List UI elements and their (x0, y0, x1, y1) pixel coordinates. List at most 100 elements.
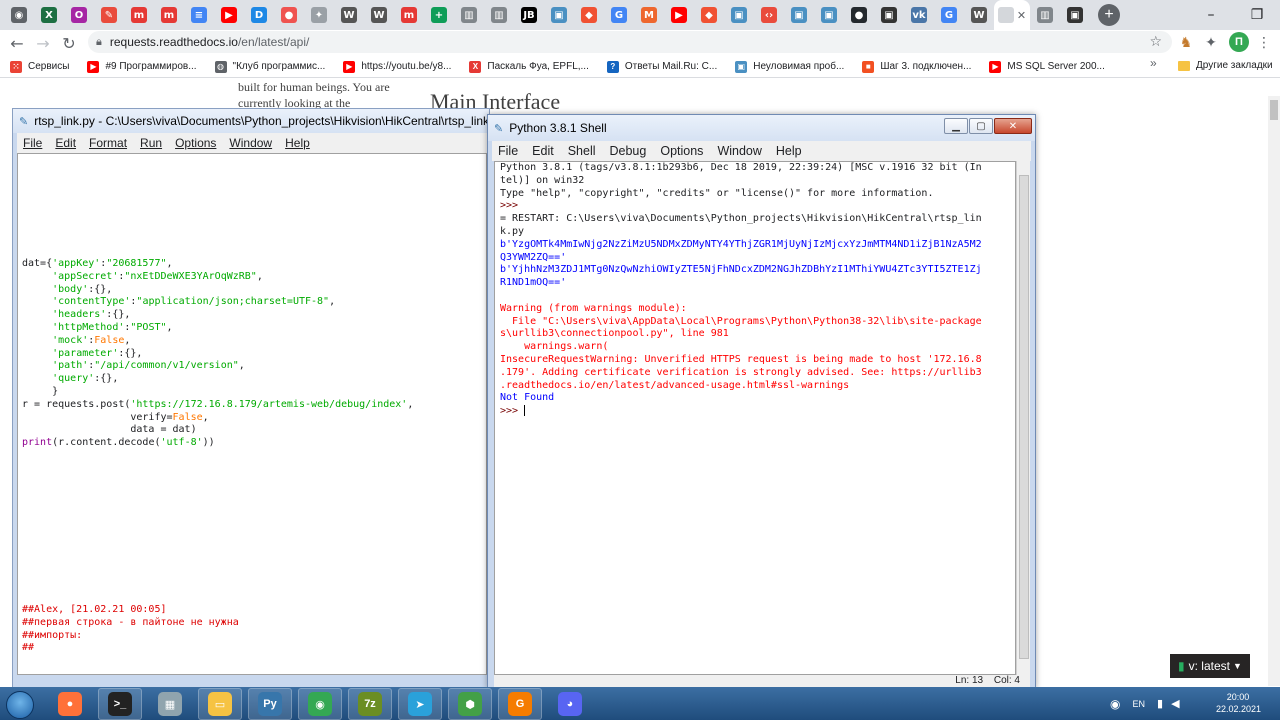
version-badge[interactable]: ▮ v: latest ▼ (1170, 654, 1250, 678)
browser-tab[interactable]: m (124, 0, 154, 30)
bookmarks-overflow-button[interactable]: » (1150, 56, 1157, 70)
forward-button[interactable]: → (30, 30, 56, 56)
shell-scroll-thumb[interactable] (1019, 175, 1029, 659)
browser-tab[interactable]: m (154, 0, 184, 30)
browser-tab[interactable]: W (364, 0, 394, 30)
browser-tab[interactable]: ▥ (454, 0, 484, 30)
editor-menu-window[interactable]: Window (229, 136, 272, 150)
shell-menu-shell[interactable]: Shell (568, 144, 596, 158)
browser-tab[interactable]: ▥ (484, 0, 514, 30)
browser-menu-icon[interactable]: ⋮ (1254, 32, 1274, 52)
address-bar[interactable]: 🔒︎ requests.readthedocs.io/en/latest/api… (88, 31, 1172, 53)
volume-icon[interactable]: ◀ (1171, 697, 1179, 710)
taskbar-app[interactable]: ➤ (398, 688, 442, 720)
browser-tab[interactable]: ▣ (1060, 0, 1090, 30)
browser-tab[interactable]: ▣ (544, 0, 574, 30)
browser-tab[interactable]: O (64, 0, 94, 30)
taskbar-app[interactable]: ⬢ (448, 688, 492, 720)
browser-tab[interactable]: W (964, 0, 994, 30)
extensions-puzzle-icon[interactable]: ✦ (1201, 32, 1221, 52)
browser-tab[interactable]: M (634, 0, 664, 30)
browser-tab[interactable]: ▣ (874, 0, 904, 30)
taskbar-app[interactable]: ▦ (148, 688, 192, 720)
extension-cowboy-icon[interactable]: ♞ (1176, 32, 1196, 52)
close-tab-icon[interactable]: ✕ (1017, 9, 1026, 22)
browser-tab-active[interactable]: ✕ (994, 0, 1030, 30)
page-scroll-thumb[interactable] (1270, 100, 1278, 120)
shell-menu-edit[interactable]: Edit (532, 144, 554, 158)
browser-tab[interactable]: JB (514, 0, 544, 30)
browser-restore-button[interactable]: ❐ (1234, 0, 1280, 30)
bookmark-star-icon[interactable]: ☆ (1149, 33, 1162, 50)
profile-avatar[interactable]: П (1229, 32, 1249, 52)
browser-tab[interactable]: vk (904, 0, 934, 30)
bookmark-item[interactable]: X Паскаль Фуа, EPFL,... (469, 60, 589, 73)
browser-tab[interactable]: ✦ (304, 0, 334, 30)
browser-tab[interactable]: ▶ (214, 0, 244, 30)
browser-tab[interactable]: D (244, 0, 274, 30)
browser-tab[interactable]: ◆ (694, 0, 724, 30)
browser-minimize-button[interactable]: – (1188, 0, 1234, 30)
browser-tab[interactable]: ◉ (4, 0, 34, 30)
bookmark-item[interactable]: ▶ https://youtu.be/y8... (343, 60, 451, 73)
browser-tab[interactable]: ● (844, 0, 874, 30)
editor-title-bar[interactable]: ✎ rtsp_link.py - C:\Users\viva\Documents… (13, 109, 489, 133)
taskbar-app[interactable]: ▭ (198, 688, 242, 720)
browser-tab[interactable]: ▣ (814, 0, 844, 30)
browser-tab[interactable]: ▣ (724, 0, 754, 30)
new-tab-button[interactable]: + (1098, 4, 1120, 26)
bookmark-item[interactable]: ⁙ Сервисы (10, 60, 69, 73)
browser-tab[interactable]: ‹› (754, 0, 784, 30)
editor-menu-help[interactable]: Help (285, 136, 310, 150)
shell-menu-options[interactable]: Options (660, 144, 703, 158)
back-button[interactable]: ← (4, 30, 30, 56)
bookmark-item[interactable]: ▣ Неуловимая проб... (735, 60, 844, 73)
browser-tab[interactable]: G (604, 0, 634, 30)
shell-menu-file[interactable]: File (498, 144, 518, 158)
browser-tab[interactable]: ≡ (184, 0, 214, 30)
taskbar-app[interactable]: ◕ (548, 688, 592, 720)
language-indicator[interactable]: EN (1132, 699, 1145, 709)
shell-minimize-button[interactable]: ▁ (944, 118, 968, 134)
bookmark-item[interactable]: ◍ "Клуб программис... (214, 60, 325, 73)
editor-menu-run[interactable]: Run (140, 136, 162, 150)
browser-tab[interactable]: ▶ (664, 0, 694, 30)
shell-menu-help[interactable]: Help (776, 144, 802, 158)
shell-output-area[interactable]: Python 3.8.1 (tags/v3.8.1:1b293b6, Dec 1… (494, 161, 1016, 675)
browser-tab[interactable]: m (394, 0, 424, 30)
browser-tab[interactable]: ▥ (1030, 0, 1060, 30)
browser-tab[interactable]: ◆ (574, 0, 604, 30)
taskbar-app[interactable]: 7z (348, 688, 392, 720)
other-bookmarks-folder[interactable]: Другие закладки (1178, 60, 1273, 71)
taskbar-app[interactable]: ◉ (298, 688, 342, 720)
browser-tab[interactable]: + (424, 0, 454, 30)
clock[interactable]: 20:00 22.02.2021 (1216, 691, 1261, 715)
editor-menu-options[interactable]: Options (175, 136, 216, 150)
browser-tab[interactable]: W (334, 0, 364, 30)
browser-tab[interactable]: G (934, 0, 964, 30)
page-scrollbar[interactable] (1268, 96, 1280, 686)
browser-tab[interactable]: ▣ (784, 0, 814, 30)
bookmark-item[interactable]: ▶ MS SQL Server 200... (989, 60, 1105, 73)
browser-tab[interactable]: X (34, 0, 64, 30)
shell-maximize-button[interactable]: ▢ (969, 118, 993, 134)
reload-button[interactable]: ↻ (56, 30, 82, 56)
editor-code-area[interactable]: dat={'appKey':"20681577", 'appSecret':"n… (17, 153, 487, 675)
browser-tab[interactable]: ● (274, 0, 304, 30)
shell-scrollbar[interactable] (1016, 161, 1030, 675)
notification-icon[interactable]: ◉ (1110, 697, 1120, 711)
editor-menu-file[interactable]: File (23, 136, 42, 150)
taskbar-app[interactable]: G (498, 688, 542, 720)
bookmark-item[interactable]: ? Ответы Mail.Ru: С... (606, 60, 717, 73)
shell-menu-debug[interactable]: Debug (610, 144, 647, 158)
taskbar-app[interactable]: >_ (98, 688, 142, 720)
browser-tab[interactable]: ✎ (94, 0, 124, 30)
shell-close-button[interactable]: ✕ (994, 118, 1032, 134)
bookmark-item[interactable]: ■ Шаг 3. подключен... (862, 60, 971, 73)
taskbar-app[interactable]: Py (248, 688, 292, 720)
editor-menu-edit[interactable]: Edit (55, 136, 76, 150)
taskbar-app[interactable]: ● (48, 688, 92, 720)
bookmark-item[interactable]: ▶ #9 Программиров... (87, 60, 197, 73)
network-icon[interactable]: ▮ (1157, 697, 1163, 710)
start-button[interactable] (6, 691, 34, 719)
